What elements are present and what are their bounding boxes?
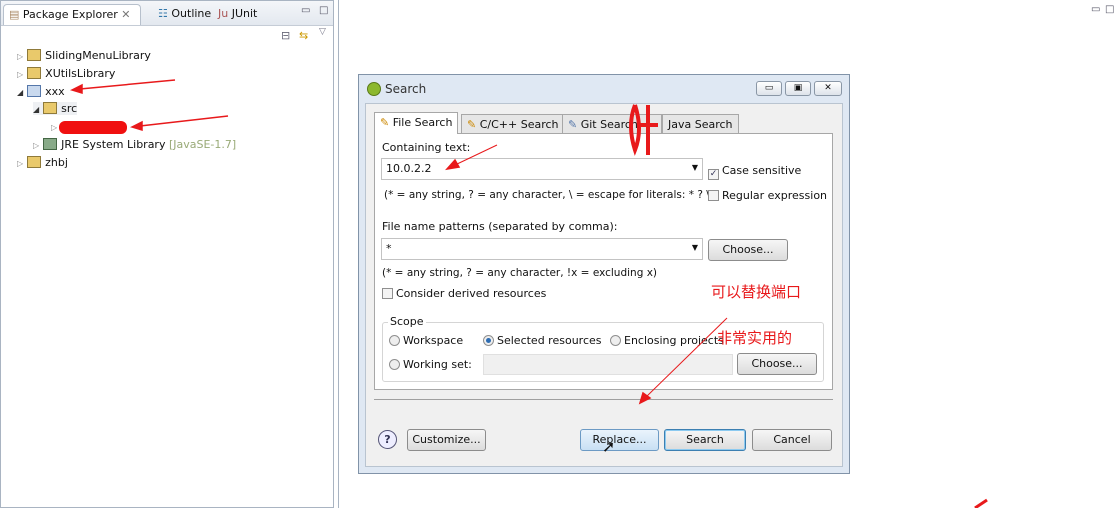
arrow-head [69,83,83,95]
annotation-note: 非常实用的 [717,329,793,347]
arrow-head [129,120,143,132]
tab-file-search[interactable]: ✎ File Search [374,112,459,134]
red-scribble [629,104,658,156]
annotation-arrows [69,79,988,508]
arrow-line [644,317,728,399]
red-mark [974,498,988,508]
arrow-line [139,115,229,127]
arrow-line [79,79,176,90]
arrow-head [445,158,461,171]
arrow-line [454,144,498,166]
tab-label: File Search [392,116,453,129]
annotation-note: 可以替换端口 [711,283,802,301]
file-search-icon: ✎ [380,116,390,129]
